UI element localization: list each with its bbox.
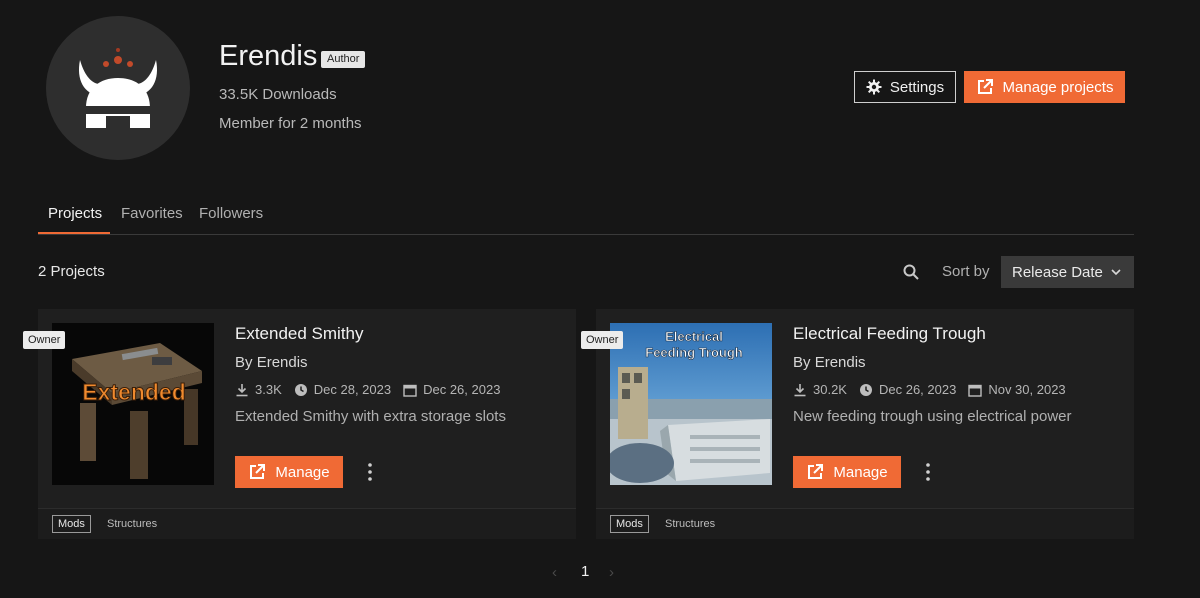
sort-value: Release Date [1012, 263, 1103, 281]
project-description: Extended Smithy with extra storage slots [235, 408, 506, 425]
project-title[interactable]: Extended Smithy [235, 324, 364, 344]
external-link-icon [808, 464, 824, 479]
gear-icon [866, 79, 882, 95]
thumbnail-text-line1: Electrical [665, 329, 723, 344]
project-card: Extended Owner Extended Smithy By Erendi… [23, 309, 576, 539]
project-title[interactable]: Electrical Feeding Trough [793, 324, 986, 344]
member-since: Member for 2 months [219, 115, 362, 132]
tab-projects[interactable]: Projects [48, 205, 102, 222]
by-label: By [235, 354, 253, 371]
external-link-icon [250, 464, 266, 479]
pagination-next-icon[interactable]: › [609, 564, 614, 581]
pagination-page-1[interactable]: 1 [581, 563, 589, 580]
username: Erendis [219, 40, 318, 72]
project-author-line: By Erendis [793, 354, 866, 371]
updated-date: Dec 28, 2023 [313, 382, 392, 397]
avatar [46, 16, 190, 160]
by-label: By [793, 354, 811, 371]
manage-label: Manage [833, 463, 888, 481]
project-thumbnail[interactable]: Electrical Feeding Trough [610, 323, 772, 485]
tab-favorites[interactable]: Favorites [121, 205, 183, 222]
chevron-down-icon [1111, 269, 1121, 276]
viking-helmet-icon [78, 48, 158, 128]
thumbnail-text: Extended [82, 379, 186, 405]
project-description: New feeding trough using electrical powe… [793, 408, 1072, 425]
tag-mods[interactable]: Mods [610, 515, 649, 533]
download-count: 30.2K [813, 382, 847, 397]
clock-icon [859, 383, 872, 396]
manage-projects-button[interactable]: Manage projects [964, 71, 1125, 103]
sort-select[interactable]: Release Date [1001, 256, 1134, 288]
more-options-icon[interactable] [364, 462, 376, 482]
more-options-icon[interactable] [922, 462, 934, 482]
search-icon[interactable] [902, 263, 920, 281]
thumbnail-text-line2: Feeding Trough [645, 345, 743, 360]
tab-followers[interactable]: Followers [199, 205, 263, 222]
project-card: Electrical Feeding Trough Owner Electric… [581, 309, 1134, 539]
tag-mods[interactable]: Mods [52, 515, 91, 533]
sort-label: Sort by [942, 263, 990, 280]
project-author[interactable]: Erendis [815, 354, 866, 371]
project-thumbnail[interactable]: Extended [52, 323, 214, 485]
active-tab-indicator [38, 232, 110, 234]
owner-badge: Owner [23, 331, 66, 349]
external-link-icon [977, 79, 993, 94]
settings-button[interactable]: Settings [854, 71, 956, 103]
project-stats: 3.3K Dec 28, 2023 Dec 26, 2023 [235, 382, 500, 397]
total-downloads: 33.5K Downloads [219, 86, 337, 103]
manage-button[interactable]: Manage [793, 456, 901, 488]
project-author-line: By Erendis [235, 354, 308, 371]
pagination-prev-icon[interactable]: ‹ [552, 564, 557, 581]
tab-divider [38, 234, 1134, 235]
settings-label: Settings [889, 78, 945, 96]
manage-button[interactable]: Manage [235, 456, 343, 488]
download-icon [236, 383, 248, 396]
manage-label: Manage [275, 463, 330, 481]
tag-structures[interactable]: Structures [665, 516, 715, 532]
author-badge: Author [321, 51, 366, 68]
card-footer: Mods Structures [38, 508, 576, 539]
card-footer: Mods Structures [596, 508, 1134, 539]
created-date: Dec 26, 2023 [423, 382, 501, 397]
calendar-icon [968, 384, 983, 397]
project-count: 2 Projects [38, 263, 105, 280]
project-author[interactable]: Erendis [257, 354, 308, 371]
created-date: Nov 30, 2023 [988, 382, 1066, 397]
updated-date: Dec 26, 2023 [878, 382, 957, 397]
owner-badge: Owner [581, 331, 624, 349]
clock-icon [294, 383, 307, 396]
manage-projects-label: Manage projects [1002, 78, 1114, 96]
download-icon [794, 383, 806, 396]
download-count: 3.3K [255, 382, 282, 397]
tag-structures[interactable]: Structures [107, 516, 157, 532]
calendar-icon [403, 384, 417, 397]
project-stats: 30.2K Dec 26, 2023 Nov 30, 2023 [793, 382, 1066, 397]
